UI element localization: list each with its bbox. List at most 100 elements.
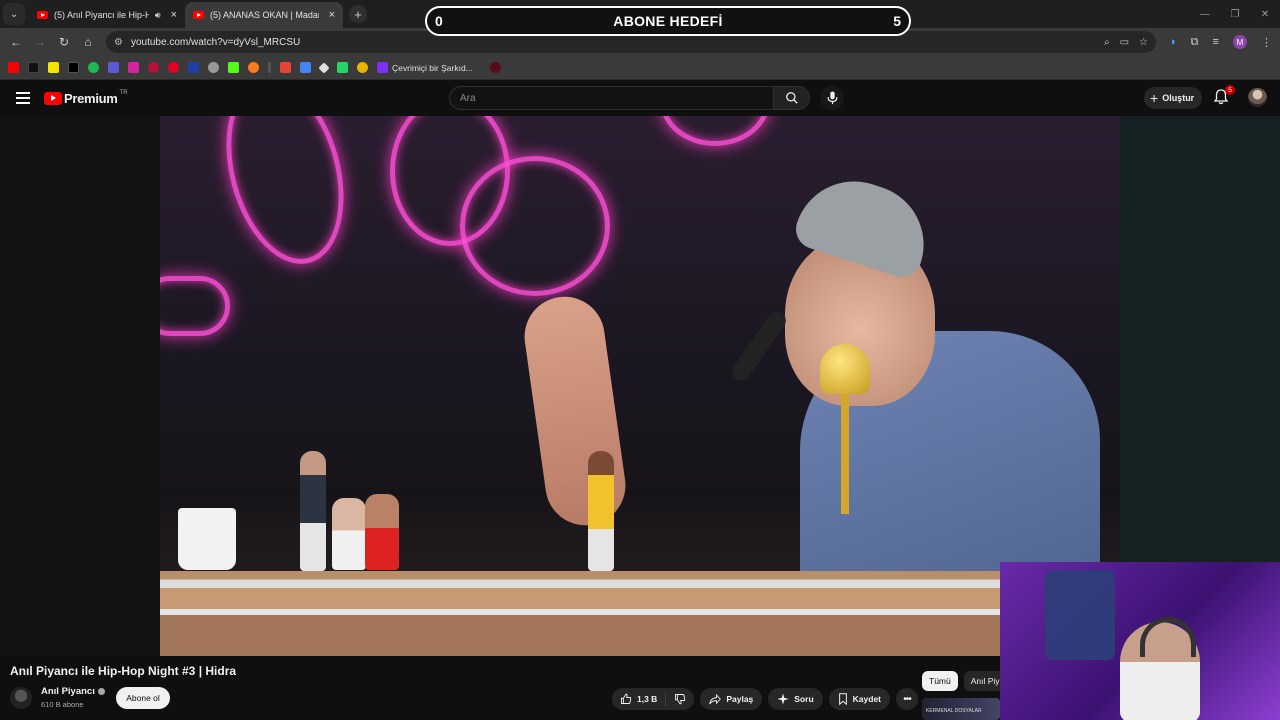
subscribe-button[interactable]: Abone ol	[116, 687, 170, 709]
red-bookmark-icon[interactable]	[148, 62, 159, 73]
plus-icon: +	[1150, 90, 1159, 106]
channel-info: Anıl Piyancı 610 B abone	[10, 686, 105, 709]
bookmark-song-item[interactable]: Çevrimiçi bir Şarkıd...	[377, 62, 473, 73]
goal-target: 5	[893, 13, 901, 29]
diamond-bookmark-icon[interactable]	[318, 61, 330, 74]
close-tab-icon[interactable]: ×	[171, 9, 177, 21]
menu-icon[interactable]	[16, 89, 30, 107]
slash-bookmark-icon[interactable]	[268, 62, 271, 73]
chip-all[interactable]: Tümü	[922, 671, 958, 691]
music-bookmark-icon	[377, 62, 388, 73]
window-controls: — ❐ ✕	[1190, 0, 1280, 28]
neon-sign-decoration	[460, 156, 610, 296]
account-avatar[interactable]	[1248, 88, 1267, 107]
logo-text: Premium	[64, 90, 118, 106]
channel-name[interactable]: Anıl Piyancı	[41, 686, 105, 697]
screen: ⌄ (5) Anıl Piyancı ile Hip-Hop 🔊︎ × (5) …	[0, 0, 1280, 720]
spotify-bookmark-icon[interactable]	[88, 62, 99, 73]
orange-bookmark-icon[interactable]	[248, 62, 259, 73]
video-player[interactable]	[160, 116, 1120, 656]
tab-ananas-okan[interactable]: (5) ANANAS OKAN | Madara O ×	[185, 2, 343, 28]
x-bookmark-icon[interactable]	[68, 62, 79, 73]
site-info-icon[interactable]: ⚙	[114, 37, 123, 48]
neon-sign-decoration	[207, 116, 363, 277]
dark-red-bookmark-icon[interactable]	[489, 62, 501, 73]
restore-icon[interactable]: ❐	[1220, 9, 1250, 20]
search-button[interactable]	[774, 86, 810, 110]
bookmark-icon	[838, 693, 847, 705]
create-button[interactable]: + Oluştur	[1144, 87, 1203, 109]
whatsapp-bookmark-icon[interactable]	[337, 62, 348, 73]
youtube-favicon-icon	[37, 11, 48, 19]
extension-icon[interactable]: ◗	[1170, 36, 1177, 48]
tab-title: (5) ANANAS OKAN | Madara O	[210, 10, 319, 20]
channel-avatar[interactable]	[10, 686, 32, 709]
video-figurine	[300, 451, 326, 571]
thumbs-up-icon	[621, 693, 632, 704]
translate-bookmark-icon[interactable]	[300, 62, 311, 73]
menu-dots-icon[interactable]: ⋮	[1261, 36, 1272, 49]
video-microphone	[728, 308, 790, 384]
video-letterbox-left	[0, 116, 160, 656]
bookmark-star-icon[interactable]: ☆	[1139, 37, 1148, 48]
instagram-bookmark-icon[interactable]	[128, 62, 139, 73]
share-label: Paylaş	[726, 694, 754, 704]
close-window-icon[interactable]: ✕	[1250, 9, 1280, 20]
tiktok-bookmark-icon[interactable]	[28, 62, 39, 73]
grey-bookmark-icon[interactable]	[208, 62, 219, 73]
bookmark-label: Çevrimiçi bir Şarkıd...	[392, 62, 473, 73]
save-button[interactable]: Kaydet	[828, 688, 890, 710]
streamer-webcam	[1000, 562, 1280, 720]
home-icon[interactable]: ⌂	[76, 35, 100, 49]
video-figurine	[588, 451, 614, 571]
twitch-bookmark-icon[interactable]	[108, 62, 119, 73]
cast-icon[interactable]: ▭	[1120, 37, 1129, 48]
yellow-bookmark-icon[interactable]	[357, 62, 368, 73]
video-figurine	[365, 494, 399, 570]
video-golden-mic-trophy	[820, 344, 870, 544]
reload-icon[interactable]: ↻	[52, 35, 76, 49]
youtube-favicon-icon	[193, 11, 204, 19]
gmail-bookmark-icon[interactable]	[280, 62, 291, 73]
minimize-icon[interactable]: —	[1190, 9, 1220, 20]
pinterest-bookmark-icon[interactable]	[168, 62, 179, 73]
thumbs-down-icon	[675, 694, 686, 705]
kick-bookmark-icon[interactable]	[228, 62, 239, 73]
blue-bookmark-icon[interactable]	[188, 62, 199, 73]
url-text: youtube.com/watch?v=dyVsl_MRCSU	[130, 36, 301, 48]
create-label: Oluştur	[1162, 93, 1195, 103]
back-icon[interactable]: ←	[4, 35, 28, 49]
zoom-icon[interactable]: ⌕	[1104, 37, 1110, 48]
youtube-bookmark-icon[interactable]	[8, 62, 19, 73]
search-input[interactable]: Ara	[449, 86, 774, 110]
sparkle-icon	[777, 693, 789, 705]
share-button[interactable]: Paylaş	[700, 688, 763, 710]
dislike-button[interactable]	[666, 693, 694, 705]
save-label: Kaydet	[852, 694, 881, 704]
forward-icon[interactable]: →	[28, 35, 52, 49]
like-button[interactable]: 1,3 B	[612, 692, 667, 706]
ask-label: Soru	[794, 694, 814, 704]
related-filter-chips: Tümü Anıl Piy	[922, 671, 1007, 691]
search-bar: Ara	[449, 86, 810, 110]
youtube-play-icon	[44, 91, 62, 105]
youtube-logo[interactable]: Premium TR	[44, 90, 128, 106]
snapchat-bookmark-icon[interactable]	[48, 62, 59, 73]
voice-search-button[interactable]	[820, 86, 844, 110]
notifications-button[interactable]: 5	[1214, 85, 1235, 105]
channel-name-text: Anıl Piyancı	[41, 686, 95, 697]
ask-button[interactable]: Soru	[768, 688, 823, 710]
microphone-icon	[827, 91, 837, 105]
related-video-thumbnail[interactable]: KERMENAL DOSYALAR	[922, 698, 1000, 720]
goal-label: ABONE HEDEFİ	[613, 13, 723, 29]
tab-anil-piyanci[interactable]: (5) Anıl Piyancı ile Hip-Hop 🔊︎ ×	[29, 2, 185, 28]
tab-search-icon[interactable]: ⌄	[3, 3, 25, 25]
new-tab-button[interactable]: +	[349, 5, 367, 23]
extensions-puzzle-icon[interactable]: ⧉	[1191, 36, 1199, 49]
tab-title: (5) Anıl Piyancı ile Hip-Hop	[54, 10, 149, 20]
more-actions-button[interactable]: •••	[896, 688, 918, 710]
profile-avatar[interactable]: M	[1232, 35, 1247, 49]
close-tab-icon[interactable]: ×	[329, 9, 335, 21]
speaker-icon[interactable]: 🔊︎	[155, 10, 161, 21]
reading-list-icon[interactable]: ≡	[1213, 36, 1219, 48]
